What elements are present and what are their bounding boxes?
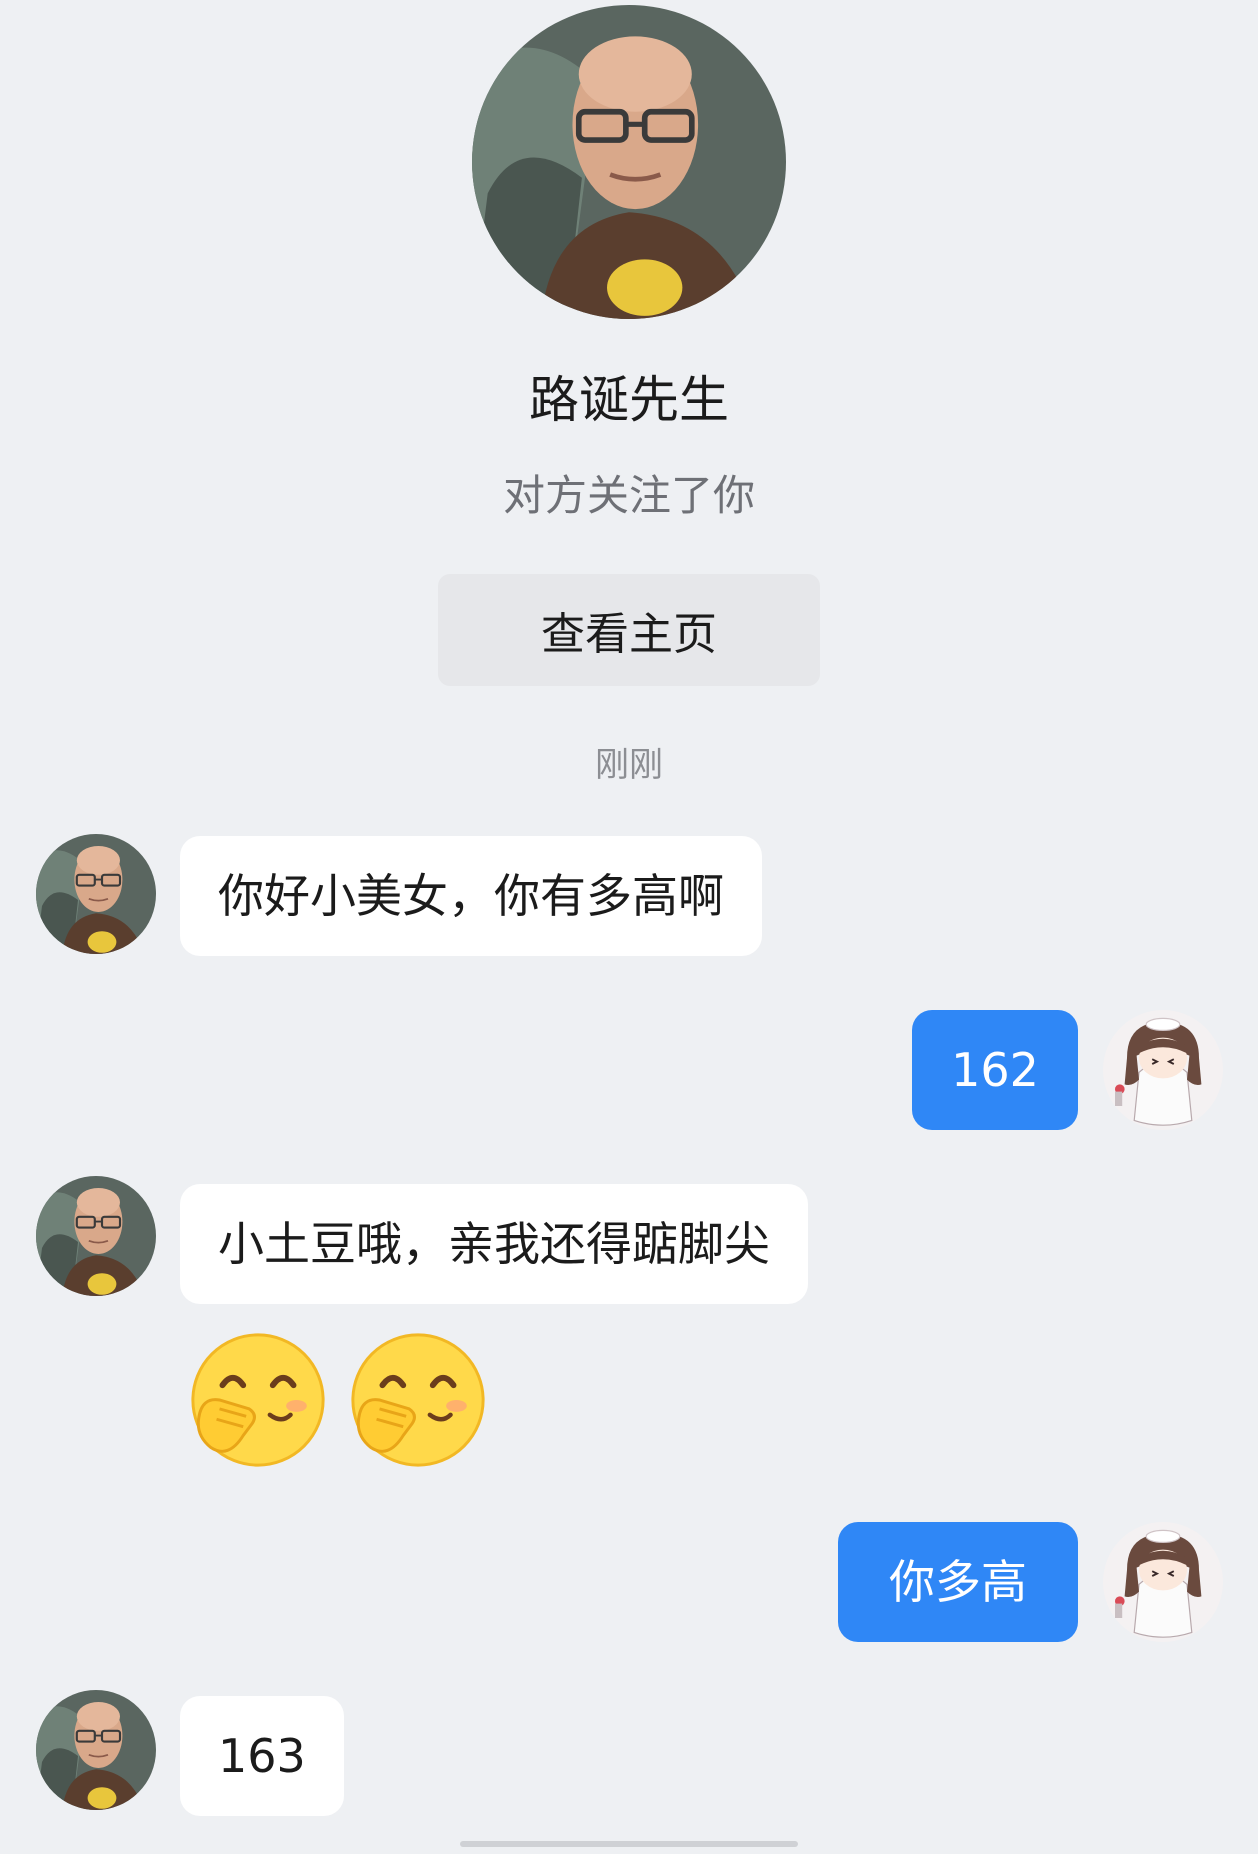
outgoing-message-bubble[interactable]: 你多高 [838,1522,1078,1642]
my-avatar[interactable] [1103,1010,1223,1130]
incoming-message-bubble[interactable]: 163 [180,1696,344,1816]
profile-avatar[interactable] [472,5,786,319]
sender-avatar[interactable] [36,834,156,954]
profile-name: 路诞先生 [529,371,729,429]
my-avatar[interactable] [1103,1522,1223,1642]
home-indicator [460,1841,798,1847]
sender-avatar[interactable] [36,1176,156,1296]
hand-over-mouth-emoji-icon [184,1326,332,1474]
incoming-message-bubble[interactable]: 你好小美女，你有多高啊 [180,836,762,956]
outgoing-message-bubble[interactable]: 162 [912,1010,1078,1130]
follow-status: 对方关注了你 [502,471,755,520]
sender-avatar[interactable] [36,1690,156,1810]
incoming-message-bubble[interactable]: 小土豆哦，亲我还得踮脚尖 [180,1184,808,1304]
hand-over-mouth-emoji-icon [344,1326,492,1474]
message-timestamp: 刚刚 [595,745,663,785]
view-profile-button[interactable]: 查看主页 [438,574,820,686]
